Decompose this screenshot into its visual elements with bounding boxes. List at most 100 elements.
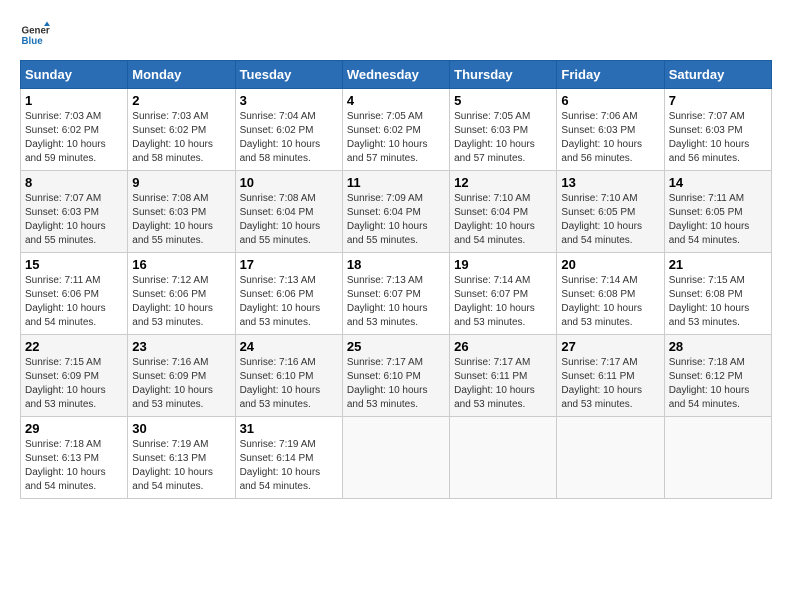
day-info: Sunrise: 7:19 AM Sunset: 6:13 PM Dayligh… xyxy=(132,438,230,494)
day-number: 9 xyxy=(132,175,230,190)
weekday-header-wednesday: Wednesday xyxy=(342,61,449,89)
day-info: Sunrise: 7:12 AM Sunset: 6:06 PM Dayligh… xyxy=(132,274,230,330)
calendar-cell: 1 Sunrise: 7:03 AM Sunset: 6:02 PM Daylig… xyxy=(21,89,128,171)
calendar-cell: 29 Sunrise: 7:18 AM Sunset: 6:13 PM Dayli… xyxy=(21,417,128,499)
calendar-cell: 31 Sunrise: 7:19 AM Sunset: 6:14 PM Dayli… xyxy=(235,417,342,499)
calendar-cell: 16 Sunrise: 7:12 AM Sunset: 6:06 PM Dayli… xyxy=(128,253,235,335)
day-number: 6 xyxy=(561,93,659,108)
logo: General Blue xyxy=(20,20,54,50)
weekday-header-saturday: Saturday xyxy=(664,61,771,89)
day-number: 8 xyxy=(25,175,123,190)
day-number: 15 xyxy=(25,257,123,272)
day-number: 2 xyxy=(132,93,230,108)
calendar-cell: 25 Sunrise: 7:17 AM Sunset: 6:10 PM Dayli… xyxy=(342,335,449,417)
day-number: 18 xyxy=(347,257,445,272)
calendar-cell: 22 Sunrise: 7:15 AM Sunset: 6:09 PM Dayli… xyxy=(21,335,128,417)
day-info: Sunrise: 7:09 AM Sunset: 6:04 PM Dayligh… xyxy=(347,192,445,248)
day-number: 10 xyxy=(240,175,338,190)
calendar-cell: 23 Sunrise: 7:16 AM Sunset: 6:09 PM Dayli… xyxy=(128,335,235,417)
day-number: 28 xyxy=(669,339,767,354)
calendar-cell: 12 Sunrise: 7:10 AM Sunset: 6:04 PM Dayli… xyxy=(450,171,557,253)
weekday-header-sunday: Sunday xyxy=(21,61,128,89)
calendar-week-1: 1 Sunrise: 7:03 AM Sunset: 6:02 PM Daylig… xyxy=(21,89,772,171)
calendar-cell: 18 Sunrise: 7:13 AM Sunset: 6:07 PM Dayli… xyxy=(342,253,449,335)
day-info: Sunrise: 7:11 AM Sunset: 6:06 PM Dayligh… xyxy=(25,274,123,330)
day-info: Sunrise: 7:11 AM Sunset: 6:05 PM Dayligh… xyxy=(669,192,767,248)
calendar-cell: 27Sunrise: 7:17 AM Sunset: 6:11 PM Dayli… xyxy=(557,335,664,417)
day-number: 20 xyxy=(561,257,659,272)
day-number: 22 xyxy=(25,339,123,354)
day-info: Sunrise: 7:05 AM Sunset: 6:02 PM Dayligh… xyxy=(347,110,445,166)
day-info: Sunrise: 7:16 AM Sunset: 6:09 PM Dayligh… xyxy=(132,356,230,412)
day-number: 1 xyxy=(25,93,123,108)
calendar-cell: 5Sunrise: 7:05 AM Sunset: 6:03 PM Daylig… xyxy=(450,89,557,171)
day-info: Sunrise: 7:10 AM Sunset: 6:04 PM Dayligh… xyxy=(454,192,552,248)
calendar-cell: 28 Sunrise: 7:18 AM Sunset: 6:12 PM Dayli… xyxy=(664,335,771,417)
page-header: General Blue xyxy=(20,20,772,50)
calendar-cell: 30 Sunrise: 7:19 AM Sunset: 6:13 PM Dayli… xyxy=(128,417,235,499)
day-number: 27 xyxy=(561,339,659,354)
calendar-cell xyxy=(664,417,771,499)
calendar-cell: 20Sunrise: 7:14 AM Sunset: 6:08 PM Dayli… xyxy=(557,253,664,335)
weekday-header-tuesday: Tuesday xyxy=(235,61,342,89)
day-info: Sunrise: 7:17 AM Sunset: 6:10 PM Dayligh… xyxy=(347,356,445,412)
calendar-cell xyxy=(450,417,557,499)
calendar-table: SundayMondayTuesdayWednesdayThursdayFrid… xyxy=(20,60,772,499)
day-info: Sunrise: 7:07 AM Sunset: 6:03 PM Dayligh… xyxy=(669,110,767,166)
day-info: Sunrise: 7:03 AM Sunset: 6:02 PM Dayligh… xyxy=(25,110,123,166)
day-info: Sunrise: 7:14 AM Sunset: 6:07 PM Dayligh… xyxy=(454,274,552,330)
day-number: 14 xyxy=(669,175,767,190)
day-number: 11 xyxy=(347,175,445,190)
day-info: Sunrise: 7:10 AM Sunset: 6:05 PM Dayligh… xyxy=(561,192,659,248)
day-info: Sunrise: 7:07 AM Sunset: 6:03 PM Dayligh… xyxy=(25,192,123,248)
day-info: Sunrise: 7:18 AM Sunset: 6:12 PM Dayligh… xyxy=(669,356,767,412)
day-number: 12 xyxy=(454,175,552,190)
day-number: 30 xyxy=(132,421,230,436)
calendar-cell: 17 Sunrise: 7:13 AM Sunset: 6:06 PM Dayli… xyxy=(235,253,342,335)
calendar-cell xyxy=(557,417,664,499)
day-info: Sunrise: 7:13 AM Sunset: 6:06 PM Dayligh… xyxy=(240,274,338,330)
day-number: 17 xyxy=(240,257,338,272)
day-number: 3 xyxy=(240,93,338,108)
day-number: 16 xyxy=(132,257,230,272)
day-number: 7 xyxy=(669,93,767,108)
calendar-week-5: 29 Sunrise: 7:18 AM Sunset: 6:13 PM Dayli… xyxy=(21,417,772,499)
calendar-cell: 19 Sunrise: 7:14 AM Sunset: 6:07 PM Dayli… xyxy=(450,253,557,335)
calendar-cell: 13 Sunrise: 7:10 AM Sunset: 6:05 PM Dayli… xyxy=(557,171,664,253)
calendar-cell: 8 Sunrise: 7:07 AM Sunset: 6:03 PM Daylig… xyxy=(21,171,128,253)
day-number: 24 xyxy=(240,339,338,354)
logo-icon: General Blue xyxy=(20,20,50,50)
day-info: Sunrise: 7:16 AM Sunset: 6:10 PM Dayligh… xyxy=(240,356,338,412)
day-number: 5 xyxy=(454,93,552,108)
calendar-cell: 4 Sunrise: 7:05 AM Sunset: 6:02 PM Daylig… xyxy=(342,89,449,171)
calendar-cell: 26Sunrise: 7:17 AM Sunset: 6:11 PM Dayli… xyxy=(450,335,557,417)
day-info: Sunrise: 7:08 AM Sunset: 6:03 PM Dayligh… xyxy=(132,192,230,248)
day-info: Sunrise: 7:15 AM Sunset: 6:09 PM Dayligh… xyxy=(25,356,123,412)
calendar-week-2: 8 Sunrise: 7:07 AM Sunset: 6:03 PM Daylig… xyxy=(21,171,772,253)
day-info: Sunrise: 7:06 AM Sunset: 6:03 PM Dayligh… xyxy=(561,110,659,166)
calendar-week-4: 22 Sunrise: 7:15 AM Sunset: 6:09 PM Dayli… xyxy=(21,335,772,417)
day-number: 29 xyxy=(25,421,123,436)
calendar-cell: 14 Sunrise: 7:11 AM Sunset: 6:05 PM Dayli… xyxy=(664,171,771,253)
day-number: 13 xyxy=(561,175,659,190)
day-number: 23 xyxy=(132,339,230,354)
weekday-header-friday: Friday xyxy=(557,61,664,89)
svg-text:Blue: Blue xyxy=(22,36,44,47)
calendar-cell xyxy=(342,417,449,499)
calendar-cell: 6 Sunrise: 7:06 AM Sunset: 6:03 PM Daylig… xyxy=(557,89,664,171)
day-info: Sunrise: 7:13 AM Sunset: 6:07 PM Dayligh… xyxy=(347,274,445,330)
day-number: 25 xyxy=(347,339,445,354)
day-number: 19 xyxy=(454,257,552,272)
day-info: Sunrise: 7:04 AM Sunset: 6:02 PM Dayligh… xyxy=(240,110,338,166)
day-info: Sunrise: 7:03 AM Sunset: 6:02 PM Dayligh… xyxy=(132,110,230,166)
day-info: Sunrise: 7:19 AM Sunset: 6:14 PM Dayligh… xyxy=(240,438,338,494)
day-info: Sunrise: 7:18 AM Sunset: 6:13 PM Dayligh… xyxy=(25,438,123,494)
day-info: Sunrise: 7:15 AM Sunset: 6:08 PM Dayligh… xyxy=(669,274,767,330)
day-number: 4 xyxy=(347,93,445,108)
weekday-header-monday: Monday xyxy=(128,61,235,89)
day-number: 31 xyxy=(240,421,338,436)
day-info: Sunrise: 7:08 AM Sunset: 6:04 PM Dayligh… xyxy=(240,192,338,248)
calendar-cell: 15 Sunrise: 7:11 AM Sunset: 6:06 PM Dayli… xyxy=(21,253,128,335)
calendar-cell: 3 Sunrise: 7:04 AM Sunset: 6:02 PM Daylig… xyxy=(235,89,342,171)
calendar-cell: 10 Sunrise: 7:08 AM Sunset: 6:04 PM Dayli… xyxy=(235,171,342,253)
